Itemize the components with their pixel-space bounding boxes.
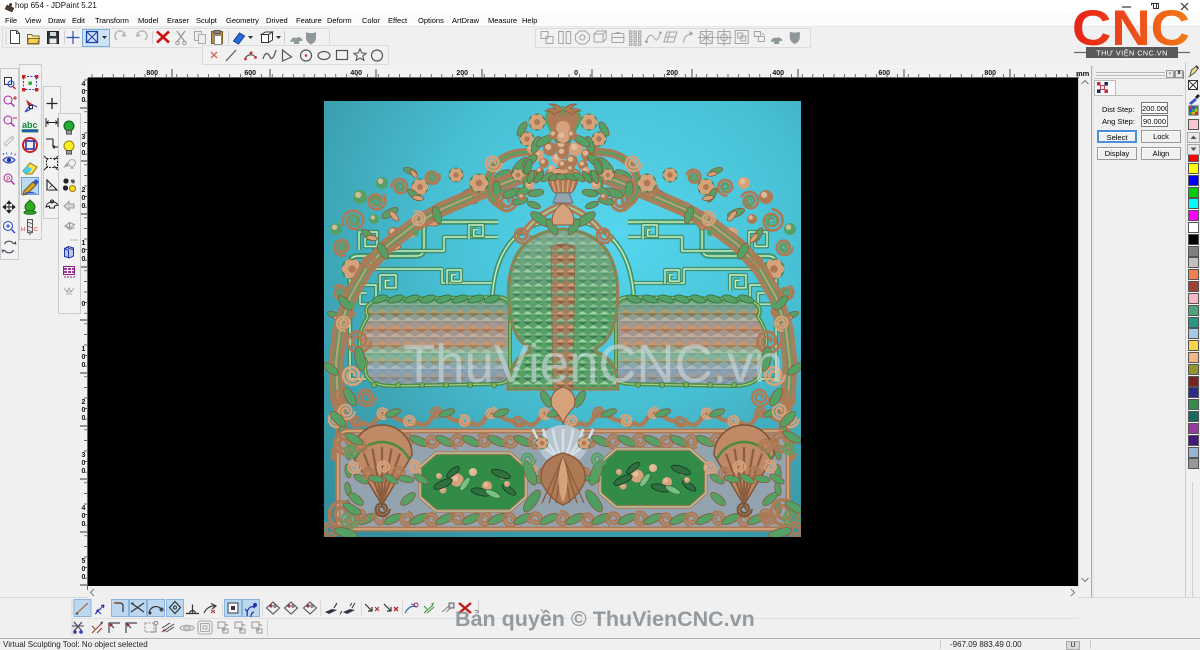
svg-text:0: 0 — [82, 460, 86, 467]
svg-text:0: 0 — [82, 574, 86, 581]
svg-text:0: 0 — [82, 354, 86, 361]
svg-text:0: 0 — [82, 407, 86, 414]
svg-text:600: 600 — [244, 70, 256, 77]
svg-text:3: 3 — [82, 134, 86, 141]
svg-text:0: 0 — [82, 521, 86, 528]
svg-text:800: 800 — [146, 70, 158, 77]
svg-text:400: 400 — [772, 70, 784, 77]
svg-text:0: 0 — [82, 203, 86, 210]
svg-text:0: 0 — [574, 70, 578, 77]
svg-text:600: 600 — [878, 70, 890, 77]
svg-text:0: 0 — [82, 195, 86, 202]
svg-text:1: 1 — [82, 346, 86, 353]
svg-text:0: 0 — [82, 97, 86, 104]
svg-text:0: 0 — [82, 301, 86, 308]
svg-text:0: 0 — [82, 256, 86, 263]
svg-text:C: C — [34, 227, 38, 233]
svg-text:0: 0 — [82, 142, 86, 149]
svg-text:2: 2 — [82, 187, 86, 194]
svg-text:200: 200 — [456, 70, 468, 77]
svg-text:3: 3 — [82, 452, 86, 459]
svg-text:0: 0 — [82, 248, 86, 255]
svg-text:0: 0 — [82, 566, 86, 573]
svg-text:0: 0 — [82, 513, 86, 520]
svg-text:H: H — [21, 227, 25, 233]
svg-text:4: 4 — [82, 505, 86, 512]
svg-text:0: 0 — [82, 150, 86, 157]
svg-text:THƯ VIỆN CNC.VN: THƯ VIỆN CNC.VN — [1096, 49, 1168, 58]
svg-text:1: 1 — [82, 240, 86, 247]
svg-text:abc: abc — [22, 120, 38, 130]
svg-text:0: 0 — [82, 362, 86, 369]
svg-text:0: 0 — [82, 415, 86, 422]
svg-text:4: 4 — [82, 81, 86, 88]
svg-text:5: 5 — [82, 558, 86, 565]
svg-text:2: 2 — [82, 399, 86, 406]
svg-text:0: 0 — [82, 89, 86, 96]
svg-text:P: P — [6, 177, 10, 183]
svg-text:mm: mm — [1076, 69, 1090, 78]
svg-text:800: 800 — [984, 70, 996, 77]
svg-text:400: 400 — [350, 70, 362, 77]
svg-text:0: 0 — [82, 468, 86, 475]
svg-text:200: 200 — [666, 70, 678, 77]
